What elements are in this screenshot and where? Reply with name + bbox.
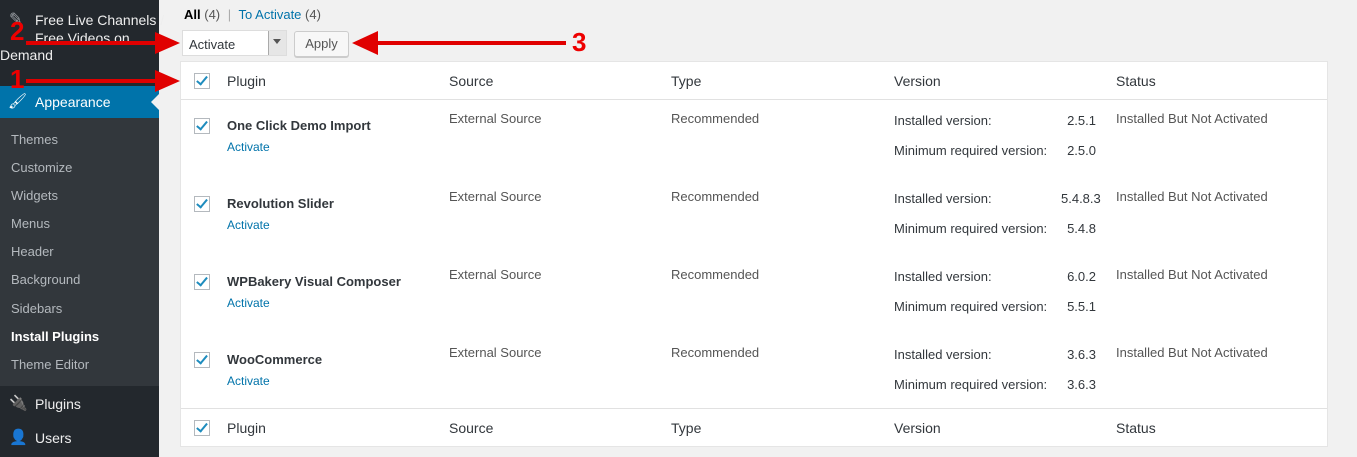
annotation-3: 3 [572,27,587,57]
arrow-1-head [155,70,180,92]
annotation-1: 1 [10,64,25,94]
arrow-2-head [155,32,180,54]
annotation-arrows [26,31,566,92]
arrow-3-head [352,31,378,55]
annotation-2: 2 [10,16,25,46]
